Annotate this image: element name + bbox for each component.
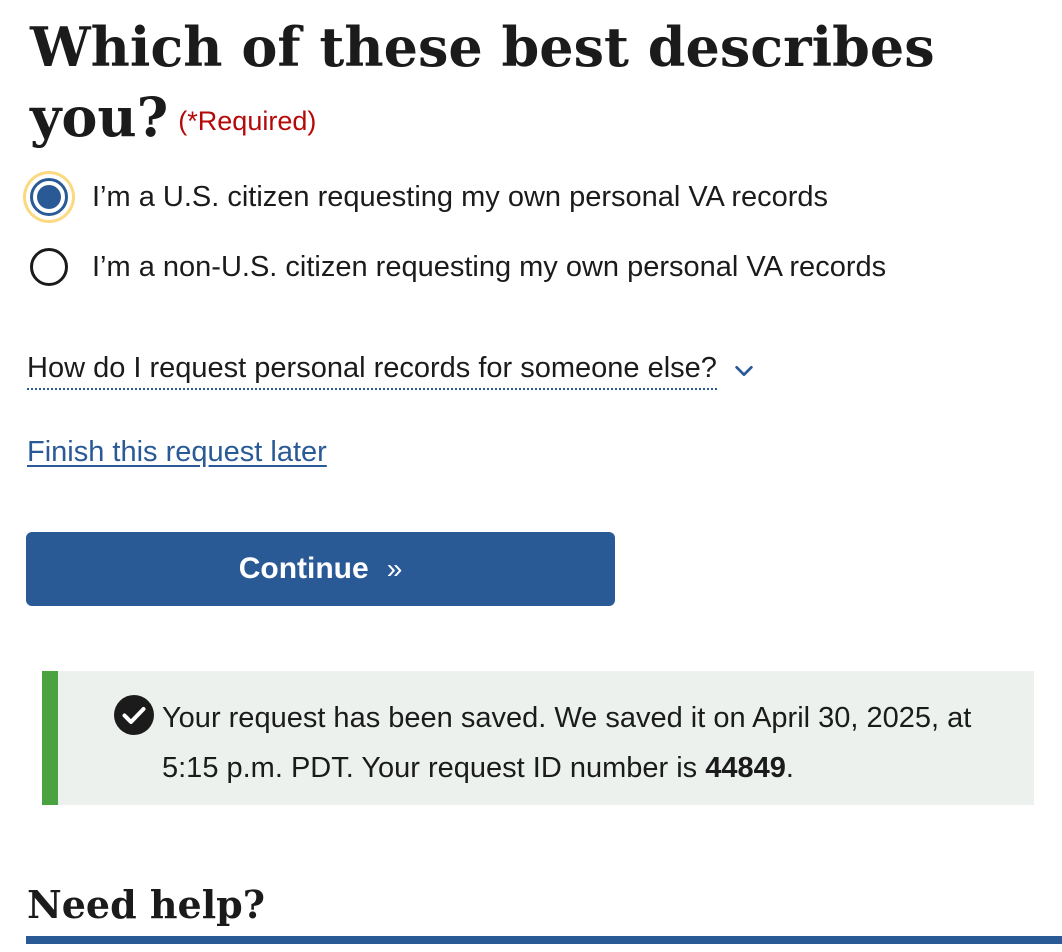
continue-label: Continue	[238, 552, 369, 585]
double-chevron-right-icon: »	[386, 553, 403, 584]
question-heading: Which of these best describes you? (*Requ…	[30, 12, 1030, 156]
alert-message: Your request has been saved. We saved it…	[162, 693, 1022, 793]
need-help-divider	[26, 936, 1062, 944]
check-circle-icon	[114, 695, 154, 735]
question-text: Which of these best describes you?	[30, 15, 935, 149]
request-id: 44849	[705, 752, 786, 784]
additional-info-label: How do I request personal records for so…	[27, 352, 717, 390]
alert-text-before: Your request has been saved. We saved it…	[162, 702, 972, 784]
radio-label-non-us-citizen: I’m a non-U.S. citizen requesting my own…	[92, 250, 887, 283]
alert-text-after: .	[785, 752, 794, 784]
additional-info-toggle[interactable]: How do I request personal records for so…	[27, 352, 755, 390]
radio-label-us-citizen: I’m a U.S. citizen requesting my own per…	[92, 180, 829, 213]
finish-later-link[interactable]: Finish this request later	[27, 436, 327, 469]
radio-button-unselected[interactable]	[30, 248, 68, 286]
form-page: Which of these best describes you? (*Requ…	[0, 0, 1062, 952]
radio-option-us-citizen[interactable]: I’m a U.S. citizen requesting my own per…	[30, 178, 828, 216]
radio-option-non-us-citizen[interactable]: I’m a non-U.S. citizen requesting my own…	[30, 248, 886, 286]
chevron-down-icon	[735, 365, 753, 377]
radio-button-selected[interactable]	[30, 178, 68, 216]
need-help-heading: Need help?	[27, 882, 265, 927]
success-alert: Your request has been saved. We saved it…	[42, 671, 1034, 805]
required-label: (*Required)	[178, 106, 317, 136]
continue-button[interactable]: Continue »	[26, 532, 615, 606]
